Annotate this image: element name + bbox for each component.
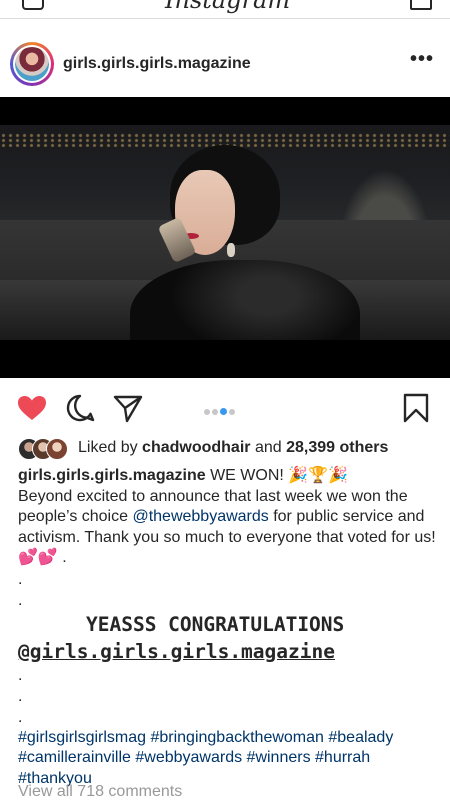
congrats-line: YEASSS CONGRATULATIONS (86, 612, 345, 636)
carousel-indicator (203, 403, 236, 416)
caption-dot: . (18, 570, 23, 588)
carousel-dot-active (220, 408, 227, 416)
comment-bubble-icon[interactable] (64, 392, 96, 424)
caption-hashtags[interactable]: #girlsgirlsgirlsmag #bringingbackthewoma… (18, 728, 438, 790)
caption-headline: WE WON! 🎉🏆🎉 (205, 467, 349, 484)
carousel-dot (229, 408, 235, 415)
caption-username[interactable]: girls.girls.girls.magazine (18, 467, 206, 484)
heart-filled-icon[interactable] (16, 392, 48, 424)
post-header: girls.girls.girls.magazine ••• (0, 40, 450, 90)
post-media-video[interactable] (0, 97, 450, 378)
paper-plane-icon[interactable] (112, 392, 144, 424)
caption-dot: . (18, 708, 23, 726)
caption-paragraph: girls.girls.girls.magazine WE WON! 🎉🏆🎉 B… (18, 466, 438, 569)
carousel-dot (212, 408, 218, 415)
post-caption: girls.girls.girls.magazine WE WON! 🎉🏆🎉 B… (18, 466, 438, 789)
video-frame (0, 125, 450, 340)
top-nav-bar: Instagram (0, 0, 450, 19)
camera-icon[interactable] (22, 0, 44, 10)
likes-summary[interactable]: Liked by chadwoodhair and 28,399 others (78, 439, 388, 457)
post-actions-bar (0, 388, 450, 428)
liker-avatars[interactable] (18, 438, 74, 460)
congrats-mention[interactable]: @girls.girls.girls.magazine (18, 638, 438, 665)
caption-dot: . (18, 591, 23, 609)
bookmark-icon[interactable] (400, 392, 432, 424)
likes-prefix: Liked by (78, 439, 143, 456)
caption-dot: . (18, 666, 23, 684)
carousel-dot (204, 408, 210, 415)
post-username[interactable]: girls.girls.girls.magazine (63, 55, 251, 73)
view-all-comments-link[interactable]: View all 718 comments (18, 783, 182, 801)
caption-dot: . (18, 687, 23, 705)
caption-mention-link[interactable]: @thewebbyawards (132, 508, 268, 525)
inbox-icon[interactable] (410, 0, 432, 10)
likes-others-count[interactable]: 28,399 others (286, 439, 388, 456)
avatar (46, 438, 68, 460)
instagram-logo: Instagram (165, 0, 291, 14)
avatar[interactable] (10, 42, 54, 86)
more-icon[interactable]: ••• (410, 48, 434, 71)
caption-congrats: YEASSS CONGRATULATIONS @girls.girls.girl… (18, 611, 438, 665)
liker-username[interactable]: chadwoodhair (142, 439, 250, 456)
likes-middle: and (250, 439, 287, 456)
